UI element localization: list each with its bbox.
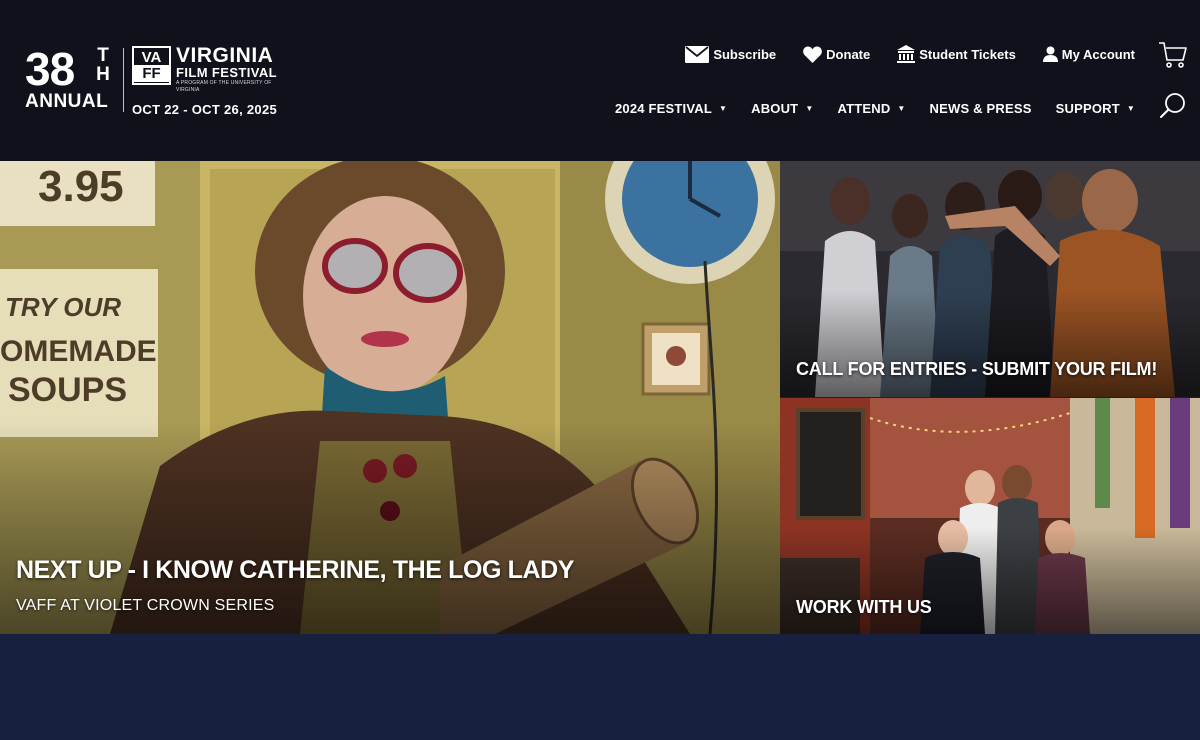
vaff-top: VA <box>141 48 162 66</box>
subscribe-link[interactable]: Subscribe <box>685 44 776 64</box>
nav-news-press[interactable]: NEWS & PRESS <box>930 101 1032 116</box>
call-for-entries-tile[interactable]: CALL FOR ENTRIES - SUBMIT YOUR FILM! <box>780 161 1200 397</box>
chevron-down-icon: ▼ <box>897 104 906 113</box>
logo-annual: ANNUAL <box>25 91 109 112</box>
work-with-us-title[interactable]: WORK WITH US <box>796 597 932 618</box>
festival-dates: OCT 22 - OCT 26, 2025 <box>132 102 278 117</box>
nav-label: NEWS & PRESS <box>929 101 1032 116</box>
logo-suffix: TH <box>96 45 110 85</box>
sign-soups: SOUPS <box>8 371 127 409</box>
search-icon[interactable] <box>1159 92 1187 120</box>
nav-2024-festival[interactable]: 2024 FESTIVAL ▼ <box>615 101 727 116</box>
sign-homemade: OMEMADE <box>0 335 157 368</box>
call-for-entries-title[interactable]: CALL FOR ENTRIES - SUBMIT YOUR FILM! <box>796 359 1157 380</box>
nav-label: 2024 FESTIVAL <box>614 101 712 116</box>
heart-icon <box>803 45 823 63</box>
student-tickets-label: Student Tickets <box>919 46 1016 62</box>
vaff-bottom: FF <box>134 64 169 82</box>
envelope-icon <box>685 45 710 63</box>
chevron-down-icon: ▼ <box>805 104 814 113</box>
sign-price: 3.95 <box>38 162 124 211</box>
user-icon <box>1042 46 1058 62</box>
logo-virginia: VIRGINIA <box>176 44 274 67</box>
subscribe-label: Subscribe <box>713 46 777 62</box>
tile-shade <box>780 527 1200 634</box>
hero-title[interactable]: NEXT UP - I KNOW CATHERINE, THE LOG LADY <box>16 556 574 585</box>
my-account-link[interactable]: My Account <box>1042 44 1135 64</box>
logo-number: 38 <box>25 43 75 95</box>
logo-name-block: VA FF VIRGINIA FILM FESTIVAL A program o… <box>132 44 295 117</box>
nav-support[interactable]: SUPPORT ▼ <box>1056 101 1135 116</box>
donate-link[interactable]: Donate <box>803 44 870 64</box>
student-tickets-link[interactable]: Student Tickets <box>897 44 1016 64</box>
my-account-label: My Account <box>1061 46 1135 62</box>
page-content-band <box>0 634 1200 740</box>
work-with-us-tile[interactable]: WORK WITH US <box>780 398 1200 634</box>
vaff-mark: VA FF <box>132 46 171 85</box>
nav-label: ABOUT <box>751 101 799 116</box>
hero-subtitle: VAFF AT VIOLET CROWN SERIES <box>16 597 275 614</box>
main-nav: 2024 FESTIVAL ▼ ABOUT ▼ ATTEND ▼ NEWS & … <box>591 101 1135 116</box>
utility-nav: Subscribe Donate Student Tickets My Acco… <box>658 44 1135 64</box>
cart-icon[interactable] <box>1158 40 1188 70</box>
hero-feature[interactable]: 3.95 TRY OUR OMEMADE SOUPS NEXT UP - I K… <box>0 161 780 634</box>
building-icon <box>897 45 916 63</box>
chevron-down-icon: ▼ <box>718 104 728 113</box>
sign-try: TRY OUR <box>5 292 121 322</box>
donate-label: Donate <box>826 46 871 62</box>
logo-program: A program of the University of Virginia <box>176 80 272 93</box>
logo-divider <box>123 48 124 112</box>
site-header: 38 TH ANNUAL VA FF VIRGINIA FILM FESTIVA… <box>0 0 1200 161</box>
nav-label: ATTEND <box>837 101 891 116</box>
logo-annual-block: 38 TH ANNUAL <box>25 46 118 114</box>
tile-shade <box>780 290 1200 397</box>
logo-film-festival: FILM FESTIVAL <box>176 65 278 80</box>
chevron-down-icon: ▼ <box>1126 104 1135 113</box>
nav-label: SUPPORT <box>1055 101 1120 116</box>
nav-about[interactable]: ABOUT ▼ <box>751 101 813 116</box>
nav-attend[interactable]: ATTEND ▼ <box>837 101 905 116</box>
festival-logo[interactable]: 38 TH ANNUAL VA FF VIRGINIA FILM FESTIVA… <box>25 44 295 117</box>
